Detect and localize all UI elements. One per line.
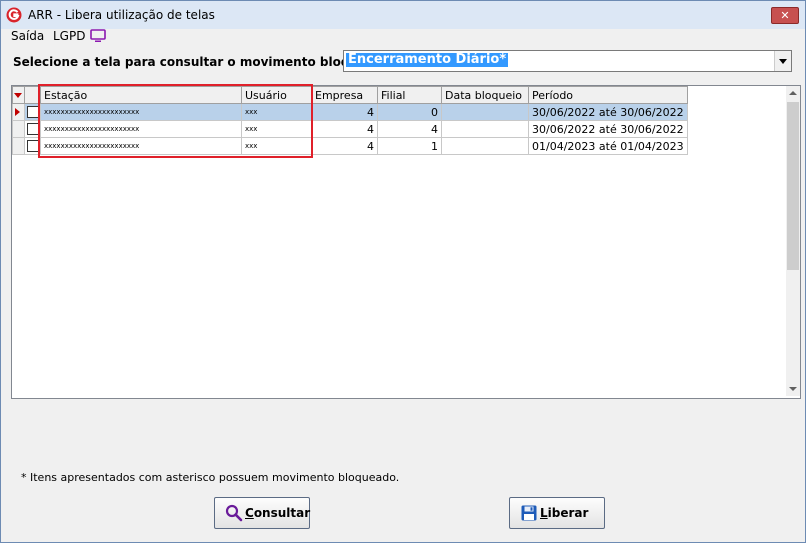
cell-usuario: xxx <box>241 137 312 155</box>
row-checkbox-cell <box>24 137 41 155</box>
cell-empresa: 4 <box>311 120 378 138</box>
grid-header-row: Estação Usuário Empresa Filial Data bloq… <box>12 86 688 104</box>
table-row[interactable]: xxxxxxxxxxxxxxxxxxxxxxx xxx 4 4 30/06/20… <box>12 120 688 138</box>
save-disk-icon <box>521 505 537 521</box>
col-periodo-header[interactable]: Período <box>528 86 688 104</box>
cell-usuario: xxx <box>241 103 312 121</box>
window-title: ARR - Libera utilização de telas <box>28 8 215 22</box>
row-checkbox[interactable] <box>26 106 39 118</box>
cell-data-bloqueio <box>441 137 529 155</box>
table-row[interactable]: xxxxxxxxxxxxxxxxxxxxxxx xxx 4 0 30/06/20… <box>12 103 688 121</box>
cell-empresa: 4 <box>311 103 378 121</box>
row-checkbox-cell <box>24 103 41 121</box>
cell-filial: 4 <box>377 120 442 138</box>
monitor-icon[interactable] <box>90 29 106 43</box>
search-icon <box>225 504 243 522</box>
sort-down-icon <box>14 93 22 98</box>
cell-data-bloqueio <box>441 103 529 121</box>
screen-select-dropdown[interactable]: Encerramento Diário* <box>343 50 792 72</box>
cell-data-bloqueio <box>441 120 529 138</box>
col-filial-header[interactable]: Filial <box>377 86 442 104</box>
scroll-up-icon[interactable] <box>789 91 797 95</box>
menu-lgpd-label: LGPD <box>53 29 86 43</box>
cell-periodo: 30/06/2022 até 30/06/2022 <box>528 120 688 138</box>
grid-indicator-header[interactable] <box>12 86 25 104</box>
menu-lgpd[interactable]: LGPD <box>53 29 85 43</box>
row-checkbox[interactable] <box>26 140 39 152</box>
cell-estacao: xxxxxxxxxxxxxxxxxxxxxxx <box>40 137 242 155</box>
col-usuario-header[interactable]: Usuário <box>241 86 312 104</box>
row-indicator <box>12 103 25 121</box>
menu-bar: Saída LGPD <box>1 29 805 46</box>
consultar-button[interactable]: Consultar <box>214 497 310 529</box>
liberar-button[interactable]: Liberar <box>509 497 605 529</box>
cell-estacao: xxxxxxxxxxxxxxxxxxxxxxx <box>40 120 242 138</box>
cell-filial: 0 <box>377 103 442 121</box>
col-estacao-header[interactable]: Estação <box>40 86 242 104</box>
cell-usuario: xxx <box>241 120 312 138</box>
cell-periodo: 30/06/2022 até 30/06/2022 <box>528 103 688 121</box>
cell-filial: 1 <box>377 137 442 155</box>
liberar-label: Liberar <box>540 506 589 520</box>
cell-empresa: 4 <box>311 137 378 155</box>
consultar-label: Consultar <box>245 506 311 520</box>
main-window: ARR - Libera utilização de telas ✕ Saída… <box>0 0 806 543</box>
cell-estacao: xxxxxxxxxxxxxxxxxxxxxxx <box>40 103 242 121</box>
asterisk-note: * Itens apresentados com asterisco possu… <box>21 471 400 484</box>
menu-saida[interactable]: Saída <box>11 29 44 43</box>
table-row[interactable]: xxxxxxxxxxxxxxxxxxxxxxx xxx 4 1 01/04/20… <box>12 137 688 155</box>
scroll-down-icon[interactable] <box>789 387 797 391</box>
current-row-arrow-icon <box>15 108 20 116</box>
app-logo-icon <box>6 7 22 23</box>
blocked-movements-grid: Estação Usuário Empresa Filial Data bloq… <box>11 85 801 399</box>
col-empresa-header[interactable]: Empresa <box>311 86 378 104</box>
row-checkbox-cell <box>24 120 41 138</box>
grid-check-header <box>24 86 41 104</box>
screen-select-label: Selecione a tela para consultar o movime… <box>13 55 400 69</box>
screen-select-value: Encerramento Diário* <box>346 52 509 67</box>
chevron-down-icon[interactable] <box>774 51 791 71</box>
grid-table: Estação Usuário Empresa Filial Data bloq… <box>12 86 688 155</box>
close-button[interactable]: ✕ <box>771 7 799 24</box>
scrollbar-thumb[interactable] <box>787 102 799 270</box>
col-data-bloqueio-header[interactable]: Data bloqueio <box>441 86 529 104</box>
vertical-scrollbar[interactable] <box>786 86 800 396</box>
title-bar: ARR - Libera utilização de telas ✕ <box>1 1 805 29</box>
row-indicator <box>12 120 25 138</box>
row-checkbox[interactable] <box>26 123 39 135</box>
cell-periodo: 01/04/2023 até 01/04/2023 <box>528 137 688 155</box>
row-indicator <box>12 137 25 155</box>
menu-saida-label: Saída <box>11 29 45 43</box>
